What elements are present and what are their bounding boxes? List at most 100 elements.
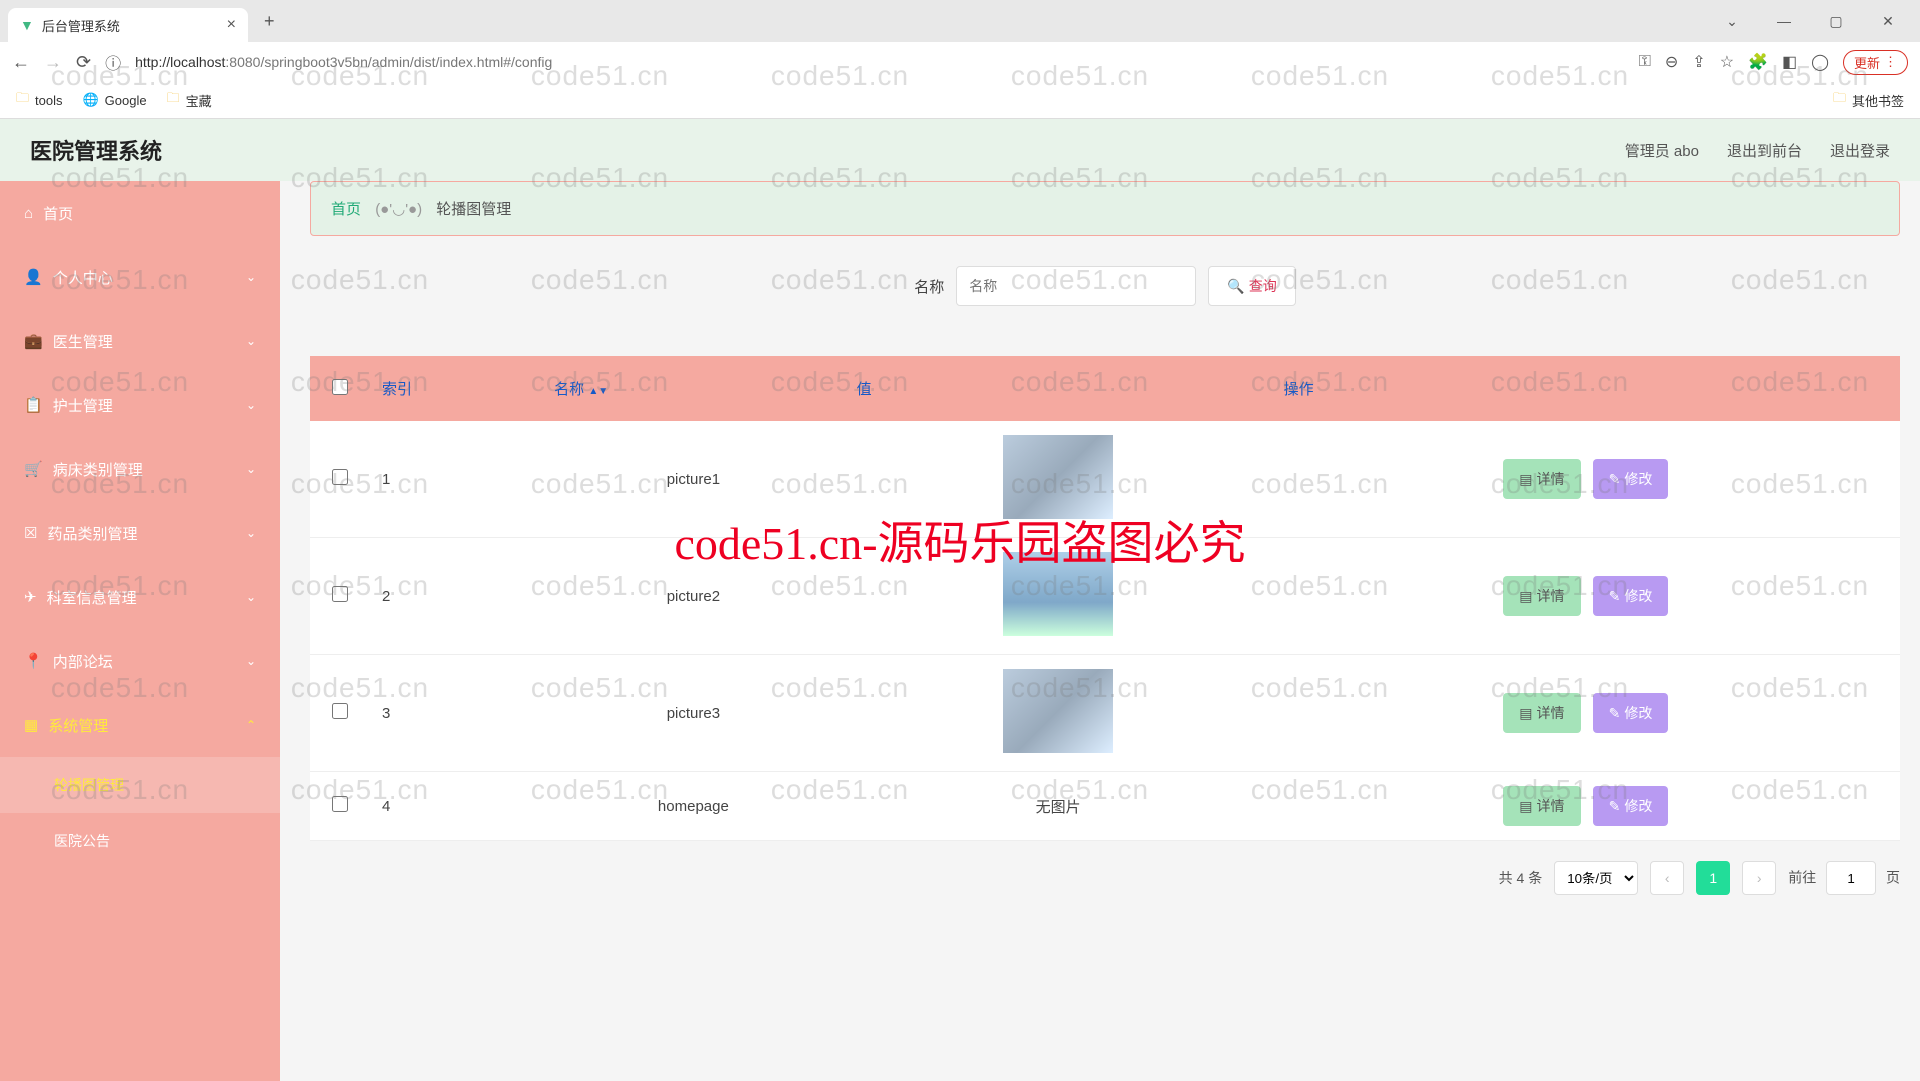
sidebar-item-drug-type[interactable]: ☒药品类别管理⌄ [0,501,280,565]
sidebar-item-forum[interactable]: 📍内部论坛⌄ [0,629,280,693]
thumbnail-image [1003,669,1113,753]
folder-icon: 🗀 [1833,89,1846,111]
zoom-icon[interactable]: ⊖ [1665,52,1678,72]
col-checkbox [310,356,370,421]
row-checkbox[interactable] [332,586,348,602]
app-header: 医院管理系统 管理员 abo 退出到前台 退出登录 [0,119,1920,181]
admin-name[interactable]: 管理员 abo [1625,140,1699,161]
extensions-icon[interactable]: 🧩 [1748,52,1768,72]
browser-chrome: ▼ 后台管理系统 × + ⌄ — ▢ ✕ ← → ⟳ ⓘ http://loca… [0,0,1920,119]
profile-icon[interactable]: ◯ [1811,52,1829,72]
to-front-link[interactable]: 退出到前台 [1727,140,1802,161]
sidebar-item-nurse[interactable]: 📋护士管理⌄ [0,373,280,437]
edit-button[interactable]: ✎修改 [1593,693,1669,733]
thumbnail-image [1003,552,1113,636]
minimize-icon[interactable]: — [1764,13,1804,30]
cell-name: homepage [542,772,844,841]
row-checkbox[interactable] [332,796,348,812]
row-checkbox[interactable] [332,703,348,719]
list-icon: ▤ [1519,471,1532,488]
thumbnail-image [1003,435,1113,519]
next-page-button[interactable]: › [1742,861,1776,895]
maximize-icon[interactable]: ▢ [1816,13,1856,30]
list-icon: ▤ [1519,588,1532,605]
edit-icon: ✎ [1609,705,1621,722]
page-number[interactable]: 1 [1696,861,1730,895]
breadcrumb: 首页 (●'◡'●) 轮播图管理 [310,181,1900,236]
edit-button[interactable]: ✎修改 [1593,576,1669,616]
reload-button[interactable]: ⟳ [76,52,91,73]
breadcrumb-current: 轮播图管理 [436,201,511,218]
bookmark-tools[interactable]: 🗀tools [16,89,62,111]
site-info-icon[interactable]: ⓘ [105,50,121,74]
bookmark-bar: 🗀tools 🌐Google 🗀宝藏 🗀其他书签 [0,82,1920,118]
other-bookmarks[interactable]: 🗀其他书签 [1833,89,1904,111]
cell-name: picture1 [542,421,844,538]
new-tab-button[interactable]: + [256,7,283,36]
forward-button[interactable]: → [44,52,62,73]
update-button[interactable]: 更新 ⋮ [1843,50,1908,75]
edit-icon: ✎ [1609,798,1621,815]
cell-index: 1 [370,421,542,538]
bookmark-treasure[interactable]: 🗀宝藏 [167,89,212,111]
star-icon[interactable]: ☆ [1720,52,1734,72]
breadcrumb-home[interactable]: 首页 [331,201,361,218]
sidebar-item-home[interactable]: ⌂首页 [0,181,280,245]
chevron-down-icon: ⌄ [246,270,256,284]
sidebar-item-profile[interactable]: 👤个人中心⌄ [0,245,280,309]
briefcase-icon: 💼 [24,332,43,350]
edit-icon: ✎ [1609,471,1621,488]
logout-link[interactable]: 退出登录 [1830,140,1890,161]
cell-name: picture3 [542,655,844,772]
row-checkbox[interactable] [332,469,348,485]
edit-icon: ✎ [1609,588,1621,605]
cell-name: picture2 [542,538,844,655]
bookmark-google[interactable]: 🌐Google [82,92,146,108]
close-window-icon[interactable]: ✕ [1868,13,1908,30]
sidepanel-icon[interactable]: ◧ [1782,52,1797,72]
detail-button[interactable]: ▤详情 [1503,576,1580,616]
sidebar-item-bed-type[interactable]: 🛒病床类别管理⌄ [0,437,280,501]
col-name[interactable]: 名称 ▲▼ [542,356,844,421]
main-content: 首页 (●'◡'●) 轮播图管理 名称 🔍查询 索引 名称 ▲▼ 值 操作 [280,181,1920,1081]
edit-button[interactable]: ✎修改 [1593,786,1669,826]
detail-button[interactable]: ▤详情 [1503,459,1580,499]
page-size-select[interactable]: 10条/页 [1554,861,1638,895]
col-index[interactable]: 索引 [370,356,542,421]
pin-icon: 📍 [24,652,43,670]
browser-tab[interactable]: ▼ 后台管理系统 × [8,8,248,42]
page-jump: 前往 页 [1788,861,1900,895]
search-icon: 🔍 [1227,278,1244,295]
share-icon[interactable]: ⇪ [1692,52,1705,72]
tab-title: 后台管理系统 [42,16,219,35]
sidebar-sub-notice[interactable]: 医院公告 [0,813,280,869]
search-button[interactable]: 🔍查询 [1208,266,1295,306]
data-table: 索引 名称 ▲▼ 值 操作 1 picture1 ▤详情 ✎修改 [310,356,1900,841]
vue-favicon-icon: ▼ [20,17,34,33]
col-value[interactable]: 值 [845,356,1272,421]
search-input[interactable] [956,266,1196,306]
window-controls: ⌄ — ▢ ✕ [1712,13,1920,30]
close-icon[interactable]: × [227,16,236,34]
grid-icon: ▦ [24,716,38,734]
table-row: 1 picture1 ▤详情 ✎修改 [310,421,1900,538]
sidebar: ⌂首页 👤个人中心⌄ 💼医生管理⌄ 📋护士管理⌄ 🛒病床类别管理⌄ ☒药品类别管… [0,181,280,1081]
select-all-checkbox[interactable] [332,379,348,395]
url-input[interactable]: http://localhost:8080/springboot3v5bn/ad… [135,54,1625,70]
list-icon: ▤ [1519,705,1532,722]
sidebar-item-system[interactable]: ▦系统管理⌃ [0,693,280,757]
detail-button[interactable]: ▤详情 [1503,693,1580,733]
sidebar-sub-carousel[interactable]: 轮播图管理 [0,757,280,813]
page-jump-input[interactable] [1826,861,1876,895]
sidebar-item-dept-info[interactable]: ✈科室信息管理⌄ [0,565,280,629]
edit-button[interactable]: ✎修改 [1593,459,1669,499]
search-row: 名称 🔍查询 [310,266,1900,306]
back-button[interactable]: ← [12,52,30,73]
key-icon[interactable]: ⚿ [1639,53,1651,71]
sidebar-item-doctor[interactable]: 💼医生管理⌄ [0,309,280,373]
chevron-down-icon: ⌄ [246,334,256,348]
chevron-down-icon[interactable]: ⌄ [1712,13,1752,30]
detail-button[interactable]: ▤详情 [1503,786,1580,826]
table-row: 3 picture3 ▤详情 ✎修改 [310,655,1900,772]
prev-page-button[interactable]: ‹ [1650,861,1684,895]
